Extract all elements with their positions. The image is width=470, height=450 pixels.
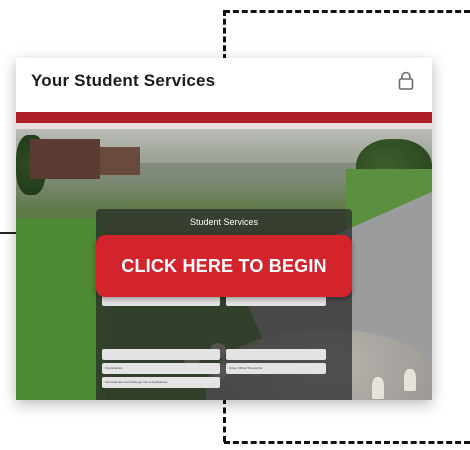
photo-person xyxy=(372,377,384,399)
photo-person xyxy=(404,369,416,391)
click-to-begin-button[interactable]: CLICK HERE TO BEGIN xyxy=(96,235,352,297)
photo-building-annex xyxy=(100,147,140,175)
dashed-connector-bottom xyxy=(224,441,470,444)
menu-button-financial-aid[interactable]: Financial Aid xyxy=(102,363,220,374)
menu-button-loan-package[interactable]: Financial Aid Loan Package Info & Applic… xyxy=(102,377,220,388)
photo-lawn-left xyxy=(16,219,106,400)
card-header: Your Student Services xyxy=(16,58,432,108)
panel-title: Student Services xyxy=(189,217,259,227)
card-title: Your Student Services xyxy=(31,71,216,90)
menu-button[interactable] xyxy=(226,349,326,360)
dashed-connector-top xyxy=(224,10,470,13)
menu-button[interactable] xyxy=(102,349,220,360)
dashed-connector-bottom-left xyxy=(223,398,226,442)
page: Your Student Services Student Services F… xyxy=(0,0,470,450)
lock-icon xyxy=(398,71,414,90)
photo-building xyxy=(30,139,100,179)
student-services-card: Your Student Services Student Services F… xyxy=(16,58,432,400)
dashed-connector-top-left xyxy=(223,10,226,60)
accent-band xyxy=(16,112,432,123)
menu-button-order-transcripts[interactable]: Order Official Transcripts xyxy=(226,363,326,374)
